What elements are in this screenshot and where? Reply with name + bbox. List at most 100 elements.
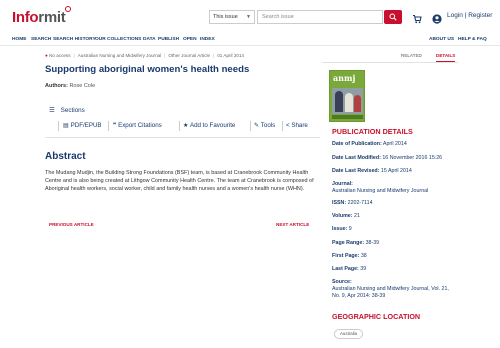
detail-label: Volume: bbox=[332, 213, 353, 219]
nav-help-faq[interactable]: HELP & FAQ bbox=[458, 37, 487, 42]
date-of-publication: Date of Publication: April 2014 bbox=[332, 141, 407, 147]
tab-related[interactable]: RELATED bbox=[401, 53, 422, 58]
chevron-down-icon: ▼ bbox=[246, 14, 251, 20]
logo-text-part1: Info bbox=[12, 9, 39, 26]
location-chip[interactable]: Australia bbox=[334, 329, 364, 339]
detail-value: 9 bbox=[348, 226, 352, 232]
nav-search-history[interactable]: SEARCH HISTORY bbox=[53, 37, 96, 42]
journal-cover-image[interactable]: anmj bbox=[329, 70, 365, 122]
publication-details-heading: PUBLICATION DETAILS bbox=[332, 127, 413, 136]
journal-link[interactable]: Australian Nursing and Midwifery Journal bbox=[332, 188, 428, 194]
cover-figure bbox=[354, 95, 361, 112]
authors-label: Authors: bbox=[45, 83, 68, 89]
detail-label: ISSN: bbox=[332, 200, 347, 206]
nav-about-us[interactable]: ABOUT US bbox=[429, 37, 454, 42]
cover-masthead: anmj bbox=[333, 73, 356, 83]
lock-icon: ● bbox=[45, 53, 48, 58]
share-icon: < bbox=[286, 122, 290, 129]
nav-open[interactable]: OPEN bbox=[183, 37, 197, 42]
search-icon bbox=[389, 13, 397, 21]
nav-our-collections[interactable]: OUR COLLECTIONS bbox=[95, 37, 141, 42]
top-bar: Informit This issue ▼ Search issue Login… bbox=[0, 0, 500, 34]
access-status: No access bbox=[49, 53, 71, 58]
logo-text-part2: rmit bbox=[38, 9, 66, 26]
pdf-icon: ▤ bbox=[63, 122, 69, 129]
last-page-detail: Last Page: 39 bbox=[332, 266, 366, 272]
search-button[interactable] bbox=[384, 10, 402, 24]
journal-detail: Journal: Australian Nursing and Midwifery… bbox=[332, 181, 428, 195]
user-icon[interactable] bbox=[432, 11, 442, 24]
export-citations-label: Export Citations bbox=[118, 122, 162, 129]
detail-label: Source: bbox=[332, 279, 352, 285]
detail-label: Last Page: bbox=[332, 266, 359, 272]
detail-label: Date Last Revised: bbox=[332, 168, 380, 174]
search-input[interactable]: Search issue bbox=[257, 10, 383, 24]
quote-icon: ❞ bbox=[113, 122, 117, 129]
add-to-favourite-button[interactable]: ★ Add to Favourite bbox=[183, 122, 235, 129]
date-last-revised: Date Last Revised: 15 April 2014 bbox=[332, 168, 412, 174]
previous-article-link[interactable]: PREVIOUS ARTICLE bbox=[49, 222, 94, 227]
source-detail: Source: Australian Nursing and Midwifery … bbox=[332, 279, 456, 300]
detail-value: 39 bbox=[360, 266, 367, 272]
authors-line: Authors: Rose Cole bbox=[45, 83, 95, 89]
issn-detail: ISSN: 2202-7114 bbox=[332, 200, 373, 206]
divider bbox=[45, 137, 320, 138]
page-range-detail: Page Range: 38-39 bbox=[332, 240, 379, 246]
sections-toggle[interactable]: ☰ Sections bbox=[49, 107, 85, 114]
meta-article-type: Other Journal Article bbox=[168, 53, 211, 58]
detail-value: 38 bbox=[360, 253, 367, 259]
detail-value: 21 bbox=[354, 213, 360, 219]
cover-figure bbox=[345, 93, 353, 112]
detail-value: 38-39 bbox=[365, 240, 380, 246]
article-title: Supporting aboriginal women's health nee… bbox=[45, 64, 250, 75]
meta-journal[interactable]: Australian Nursing and Midwifery Journal bbox=[78, 53, 162, 58]
abstract-text: The Mudang Mudjin, the Building Strong F… bbox=[45, 170, 314, 193]
pdf-epub-label: PDF/EPUB bbox=[70, 122, 102, 129]
cover-figure bbox=[335, 91, 343, 112]
abstract-heading: Abstract bbox=[45, 151, 86, 162]
share-label: Share bbox=[291, 122, 308, 129]
detail-label: First Page: bbox=[332, 253, 360, 259]
nav-search[interactable]: SEARCH bbox=[31, 37, 51, 42]
detail-value: 2202-7114 bbox=[347, 200, 373, 206]
tab-details[interactable]: DETAILS bbox=[436, 53, 456, 62]
login-register-link[interactable]: Login | Register bbox=[447, 12, 492, 19]
main-navigation: HOME SEARCH SEARCH HISTORY OUR COLLECTIO… bbox=[0, 34, 500, 46]
export-citations-button[interactable]: ❞ Export Citations bbox=[113, 122, 162, 129]
logo-dot-icon bbox=[65, 6, 72, 12]
detail-label: Date of Publication: bbox=[332, 141, 382, 147]
tools-button[interactable]: ✎ Tools bbox=[254, 122, 275, 129]
informit-logo[interactable]: Informit bbox=[12, 6, 72, 26]
author-link[interactable]: Rose Cole bbox=[69, 83, 95, 89]
detail-value: 15 April 2014 bbox=[380, 168, 412, 174]
volume-detail: Volume: 21 bbox=[332, 213, 360, 219]
detail-value: Australian Nursing and Midwifery Journal… bbox=[332, 286, 449, 299]
pdf-epub-button[interactable]: ▤ PDF/EPUB bbox=[63, 122, 102, 129]
detail-value: 16 November 2016 15:26 bbox=[382, 155, 443, 161]
geographic-location-heading: GEOGRAPHIC LOCATION bbox=[332, 312, 421, 321]
detail-value: April 2014 bbox=[382, 141, 407, 147]
search-placeholder: Search issue bbox=[262, 14, 294, 20]
nav-publish[interactable]: PUBLISH bbox=[158, 37, 179, 42]
sections-label: Sections bbox=[60, 107, 85, 114]
search-scope-select[interactable]: This issue ▼ bbox=[209, 10, 255, 24]
article-meta: ● No access | Australian Nursing and Midwi… bbox=[45, 53, 245, 58]
star-icon: ★ bbox=[183, 122, 189, 129]
panel-tabs: RELATED DETAILS bbox=[322, 53, 458, 63]
detail-label: Date Last Modified: bbox=[332, 155, 381, 161]
nav-index[interactable]: INDEX bbox=[200, 37, 215, 42]
first-page-detail: First Page: 38 bbox=[332, 253, 367, 259]
share-button[interactable]: < Share bbox=[286, 122, 308, 129]
nav-data[interactable]: DATA bbox=[143, 37, 156, 42]
cart-icon[interactable] bbox=[412, 11, 422, 24]
cover-footer bbox=[332, 115, 363, 119]
detail-label: Journal: bbox=[332, 181, 353, 187]
nav-home[interactable]: HOME bbox=[12, 37, 26, 42]
list-icon: ☰ bbox=[49, 107, 55, 114]
date-last-modified: Date Last Modified: 16 November 2016 15:… bbox=[332, 155, 442, 161]
search-scope-value: This issue bbox=[213, 14, 238, 20]
next-article-link[interactable]: NEXT ARTICLE bbox=[276, 222, 309, 227]
issue-detail: Issue: 9 bbox=[332, 226, 352, 232]
add-to-favourite-label: Add to Favourite bbox=[189, 122, 236, 129]
meta-date: 01 April 2014 bbox=[217, 53, 245, 58]
